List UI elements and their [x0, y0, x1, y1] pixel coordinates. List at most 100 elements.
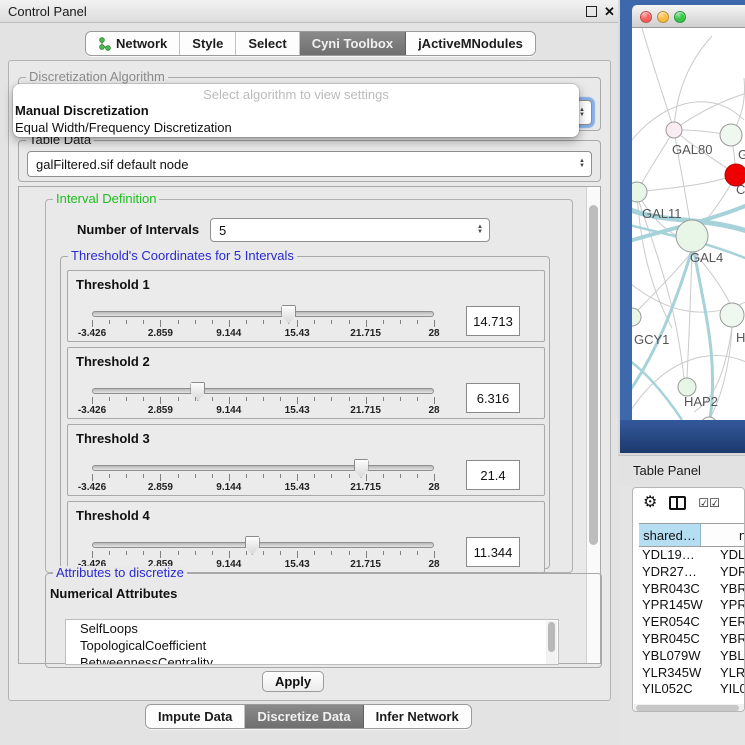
- node-label-h: H: [736, 330, 745, 345]
- table-data-combobox[interactable]: galFiltered.sif default node ▲▼: [27, 151, 592, 177]
- network-node-1[interactable]: [720, 124, 742, 146]
- number-of-intervals-value: 5: [219, 223, 226, 238]
- window-title: Control Panel: [8, 4, 87, 19]
- slider-tick-labels: -3.4262.8599.14415.4321.71528: [92, 482, 434, 493]
- table-cell: YPR1: [711, 597, 745, 614]
- threshold-panel-3: Threshold 3 -3.4262.8599.14415.4321.71528…: [67, 424, 545, 496]
- network-edge[interactable]: [642, 28, 674, 130]
- bottom-tab-discretize-data[interactable]: Discretize Data: [245, 705, 363, 728]
- network-node-3[interactable]: [632, 182, 647, 202]
- slider-ticks: [92, 397, 434, 404]
- mac-minimize-icon[interactable]: [657, 11, 669, 23]
- tab-label: Impute Data: [158, 709, 232, 724]
- attributes-group-title: Attributes to discretize: [53, 566, 187, 580]
- bottom-tab-infer-network[interactable]: Infer Network: [364, 705, 471, 728]
- table-panel-title: Table Panel: [633, 463, 701, 478]
- tab-select[interactable]: Select: [236, 32, 299, 55]
- network-node-4[interactable]: [676, 220, 708, 252]
- slider-ticks: [92, 551, 434, 558]
- number-of-intervals-combobox[interactable]: 5 ▲▼: [210, 218, 490, 242]
- threshold-slider[interactable]: [92, 465, 434, 471]
- columns-icon[interactable]: [669, 496, 686, 510]
- network-canvas[interactable]: GAL80GACGAL11GAL4GCY1HHAP2: [632, 28, 745, 420]
- threshold-label: Threshold 4: [76, 508, 150, 523]
- threshold-label: Threshold 1: [76, 277, 150, 292]
- table-row[interactable]: YDR27…YDR2: [639, 564, 745, 581]
- threshold-value-field[interactable]: 11.344: [466, 537, 520, 567]
- threshold-panel-1: Threshold 1 -3.4262.8599.14415.4321.71528…: [67, 270, 545, 342]
- table-cell: YDL1: [711, 547, 745, 564]
- table-cell: YBR043C: [639, 581, 711, 598]
- attribute-item-2[interactable]: BetweennessCentrality: [66, 654, 558, 665]
- bottom-tab-impute-data[interactable]: Impute Data: [146, 705, 245, 728]
- table-cell: YBR0: [711, 581, 745, 598]
- table-row[interactable]: YBL079WYBL0: [639, 648, 745, 665]
- threshold-value-field[interactable]: 14.713: [466, 306, 520, 336]
- table-row[interactable]: YDL19…YDL1: [639, 547, 745, 564]
- vertical-scrollbar-thumb[interactable]: [589, 205, 598, 545]
- node-table[interactable]: shared…n YDL19…YDL1YDR27…YDR2YBR043CYBR0…: [639, 523, 745, 698]
- attribute-item-1[interactable]: TopologicalCoefficient: [66, 637, 558, 654]
- thresholds-group: Threshold's Coordinates for 5 Intervals …: [60, 256, 550, 569]
- close-icon[interactable]: ✕: [604, 6, 615, 17]
- threshold-slider[interactable]: [92, 388, 434, 394]
- node-label-hap2: HAP2: [684, 394, 718, 409]
- table-panel-card: ⚙ ☑☑ shared…n YDL19…YDL1YDR27…YDR2YBR043…: [632, 487, 745, 712]
- top-tab-bar: Network Style Select Cyni ToolboxjActiveMNo…: [85, 31, 536, 56]
- table-row[interactable]: YPR145WYPR1: [639, 597, 745, 614]
- gear-icon[interactable]: ⚙: [643, 495, 657, 511]
- table-row[interactable]: YIL052CYIL0: [639, 681, 745, 698]
- mac-zoom-icon[interactable]: [674, 11, 686, 23]
- network-view-window[interactable]: GAL80GACGAL11GAL4GCY1HHAP2: [620, 0, 745, 453]
- node-label-gcy1: GCY1: [634, 332, 669, 347]
- table-row[interactable]: YER054CYER0: [639, 614, 745, 631]
- network-edge[interactable]: [634, 252, 692, 314]
- network-window-titlebar[interactable]: [632, 5, 745, 28]
- float-window-icon[interactable]: [586, 6, 597, 17]
- mac-close-icon[interactable]: [640, 11, 652, 23]
- numerical-attributes-list[interactable]: SelfLoopsTopologicalCoefficientBetweenne…: [65, 619, 559, 665]
- node-label-ga: GA: [738, 147, 745, 162]
- attributes-group: Attributes to discretize Numerical Attri…: [45, 573, 602, 668]
- threshold-label: Threshold 3: [76, 431, 150, 446]
- tab-label: Style: [192, 36, 223, 51]
- threshold-slider[interactable]: [92, 311, 434, 317]
- tab-style[interactable]: Style: [180, 32, 236, 55]
- attributes-scrollbar-thumb[interactable]: [548, 622, 555, 652]
- attribute-item-0[interactable]: SelfLoops: [66, 620, 558, 637]
- table-cell: YPR145W: [639, 597, 711, 614]
- select-columns-icon[interactable]: ☑☑: [698, 496, 720, 510]
- interval-definition-title: Interval Definition: [53, 192, 159, 206]
- tab-label: Select: [248, 36, 286, 51]
- table-row[interactable]: YLR345WYLR3: [639, 665, 745, 682]
- table-data-value: galFiltered.sif default node: [36, 157, 188, 172]
- slider-ticks: [92, 474, 434, 481]
- apply-button[interactable]: Apply: [262, 671, 324, 692]
- network-node-6[interactable]: [720, 303, 744, 327]
- threshold-value-field[interactable]: 6.316: [466, 383, 520, 413]
- algorithm-option-1[interactable]: Equal Width/Frequency Discretization: [13, 119, 579, 136]
- threshold-slider[interactable]: [92, 542, 434, 548]
- attributes-scrollbar[interactable]: [546, 621, 557, 665]
- table-cell: YER0: [711, 614, 745, 631]
- table-column-header-0[interactable]: shared…: [639, 524, 701, 546]
- horizontal-scrollbar-thumb[interactable]: [636, 705, 739, 711]
- network-node-5[interactable]: [632, 308, 641, 326]
- threshold-value-field[interactable]: 21.4: [466, 460, 520, 490]
- tab-jactivemnodules[interactable]: jActiveMNodules: [406, 32, 535, 55]
- network-edge[interactable]: [637, 130, 674, 192]
- table-row[interactable]: YBR045CYBR0: [639, 631, 745, 648]
- table-column-header-1[interactable]: n: [701, 524, 745, 546]
- table-row[interactable]: YBR043CYBR0: [639, 581, 745, 598]
- combo-arrows-icon: ▲▼: [477, 225, 483, 235]
- tab-cyni-toolbox[interactable]: Cyni Toolbox: [300, 32, 406, 55]
- network-edge[interactable]: [646, 175, 736, 191]
- slider-tick-labels: -3.4262.8599.14415.4321.71528: [92, 328, 434, 339]
- network-edge[interactable]: [674, 36, 712, 130]
- tab-network[interactable]: Network: [86, 32, 180, 55]
- interval-definition-group: Interval Definition Number of Intervals …: [45, 199, 573, 573]
- algorithm-option-0[interactable]: Manual Discretization: [13, 102, 579, 119]
- table-panel-header: Table Panel: [618, 455, 745, 485]
- horizontal-scrollbar[interactable]: [634, 704, 745, 712]
- network-node-0[interactable]: [666, 122, 682, 138]
